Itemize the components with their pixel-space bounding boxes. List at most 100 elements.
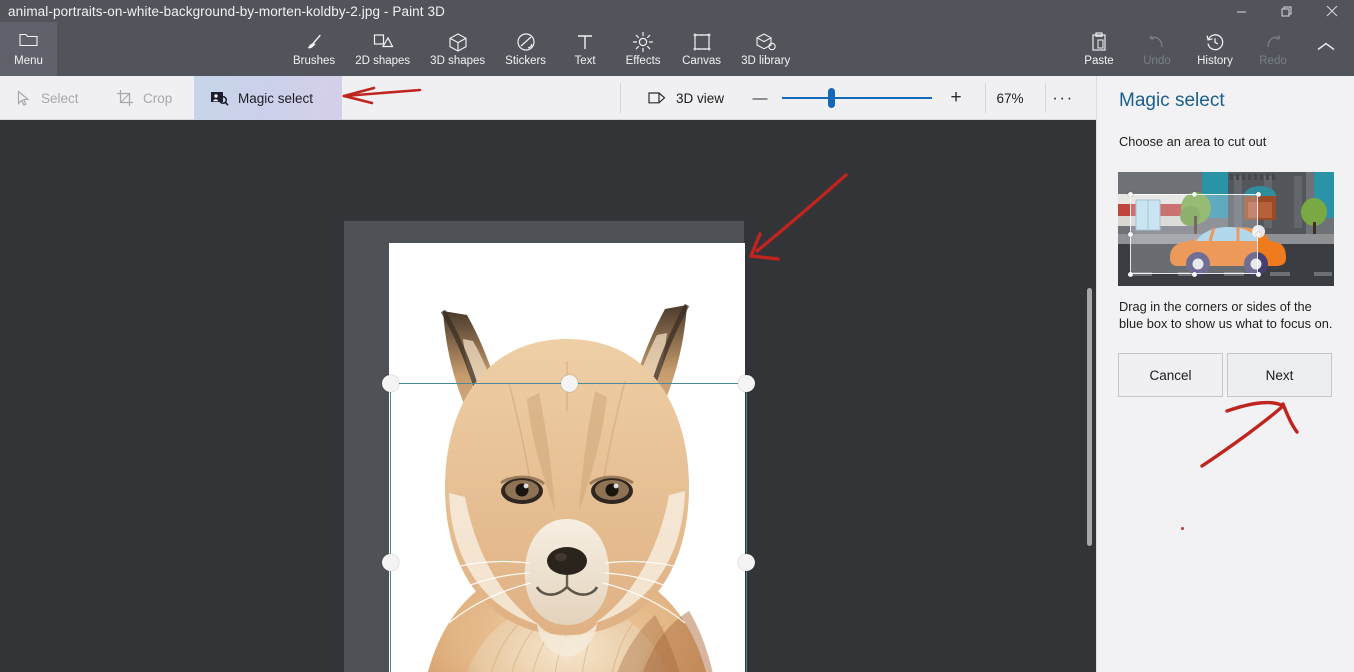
title-bar: animal-portraits-on-white-background-by-… [0, 0, 1354, 22]
ribbon-item-label: Stickers [505, 55, 547, 67]
next-button[interactable]: Next [1227, 353, 1332, 397]
ribbon-item-label: History [1197, 55, 1233, 67]
thumbnail-selection-rect [1130, 194, 1258, 274]
paste-icon [1090, 31, 1108, 53]
select-label: Select [41, 90, 79, 106]
ribbon-item-text[interactable]: Text [556, 22, 614, 76]
3d-library-icon [755, 31, 777, 53]
magic-select-preview-thumbnail[interactable] [1118, 172, 1334, 286]
panel-instruction-text: Drag in the corners or sides of the blue… [1119, 299, 1333, 331]
menu-label: Menu [14, 55, 43, 67]
selection-handle-middle-right[interactable] [738, 554, 755, 571]
fox-portrait-illustration [389, 243, 745, 672]
window-controls [1219, 0, 1354, 22]
annotation-dot [1181, 527, 1184, 530]
3d-shapes-icon [448, 31, 468, 53]
canvas-workspace[interactable] [0, 120, 1096, 672]
paint3d-window: animal-portraits-on-white-background-by-… [0, 0, 1354, 672]
zoom-slider-track [782, 97, 933, 99]
redo-button: Redo [1244, 22, 1302, 76]
2d-shapes-icon [372, 31, 394, 53]
zoom-level-value: 67% [996, 90, 1024, 106]
zoom-slider[interactable] [782, 76, 933, 120]
redo-icon [1263, 31, 1283, 53]
zoom-slider-thumb[interactable] [828, 88, 836, 108]
cancel-button[interactable]: Cancel [1118, 353, 1223, 397]
crop-tool: Crop [100, 76, 188, 120]
ribbon-item-label: Brushes [293, 55, 336, 67]
effects-icon [632, 31, 654, 53]
minimize-button[interactable] [1219, 0, 1264, 22]
artboard[interactable] [344, 221, 745, 672]
thumb-handle-top-center[interactable] [1192, 192, 1197, 197]
zoom-divider-left [985, 83, 986, 113]
canvas-icon [692, 31, 712, 53]
ribbon-item-label: Paste [1084, 55, 1114, 67]
ribbon-item-label: 2D shapes [355, 55, 411, 67]
ribbon-item-label: 3D shapes [430, 55, 486, 67]
ribbon-item-label: Canvas [682, 55, 722, 67]
thumb-handle-bottom-right[interactable] [1256, 272, 1261, 277]
zoom-out-button[interactable]: — [738, 90, 782, 107]
ellipsis-icon: ··· [1052, 88, 1074, 107]
ribbon-toolbar: Menu Brushes 2D shapes 3D shapes Sticker… [0, 22, 1354, 76]
brush-icon [304, 31, 324, 53]
maximize-button[interactable] [1264, 0, 1309, 22]
zoom-controls: 3D view — + 67% ··· [633, 76, 1086, 120]
text-icon [576, 31, 594, 53]
selection-handle-top-left[interactable] [382, 375, 399, 392]
ribbon-item-3d-library[interactable]: 3D library [731, 22, 800, 76]
chevron-up-icon [1316, 40, 1336, 58]
zoom-divider-right [1045, 83, 1046, 113]
ribbon-item-label: Undo [1143, 55, 1171, 67]
ribbon-item-label: Text [574, 55, 596, 67]
ribbon-item-label: Redo [1259, 55, 1287, 67]
undo-icon [1147, 31, 1167, 53]
ribbon-item-brushes[interactable]: Brushes [283, 22, 345, 76]
canvas-vertical-scrollbar[interactable] [1087, 288, 1092, 546]
panel-title: Magic select [1119, 90, 1225, 111]
selection-handle-middle-left[interactable] [382, 554, 399, 571]
select-tool: Select [0, 76, 95, 120]
thumb-handle-middle-right[interactable] [1256, 232, 1261, 237]
menu-button[interactable]: Menu [0, 22, 57, 76]
3d-view-label: 3D view [676, 90, 725, 106]
more-options-button[interactable]: ··· [1040, 88, 1086, 108]
ribbon-right-group: Paste Undo History Redo [1070, 22, 1302, 76]
folder-icon [19, 31, 38, 52]
zoom-in-button[interactable]: + [932, 87, 980, 109]
window-title: animal-portraits-on-white-background-by-… [8, 3, 445, 19]
ribbon-item-3d-shapes[interactable]: 3D shapes [420, 22, 495, 76]
history-button[interactable]: History [1186, 22, 1244, 76]
thumb-handle-bottom-center[interactable] [1192, 272, 1197, 277]
ribbon-item-canvas[interactable]: Canvas [672, 22, 731, 76]
3d-view-button[interactable]: 3D view [633, 76, 738, 120]
ribbon-item-effects[interactable]: Effects [614, 22, 672, 76]
3d-view-icon [647, 90, 667, 106]
undo-button: Undo [1128, 22, 1186, 76]
ribbon-item-label: Effects [625, 55, 661, 67]
ribbon-tool-group: Brushes 2D shapes 3D shapes Stickers Tex… [283, 22, 800, 76]
thumb-handle-middle-left[interactable] [1128, 232, 1133, 237]
crop-label: Crop [143, 90, 173, 106]
thumb-handle-top-right[interactable] [1256, 192, 1261, 197]
selection-handle-top-center[interactable] [561, 375, 578, 392]
collapse-ribbon-button[interactable] [1306, 22, 1346, 76]
close-button[interactable] [1309, 0, 1354, 22]
history-icon [1205, 31, 1225, 53]
thumb-handle-top-left[interactable] [1128, 192, 1133, 197]
panel-subtitle: Choose an area to cut out [1119, 134, 1267, 149]
fox-image[interactable] [389, 243, 745, 672]
paste-button[interactable]: Paste [1070, 22, 1128, 76]
ribbon-item-2d-shapes[interactable]: 2D shapes [345, 22, 420, 76]
cursor-icon [16, 89, 32, 107]
thumb-handle-bottom-left[interactable] [1128, 272, 1133, 277]
magic-select-panel: Magic select Choose an area to cut out D… [1096, 76, 1354, 672]
ribbon-item-label: 3D library [741, 55, 791, 67]
magic-select-tool[interactable]: Magic select [194, 76, 342, 120]
selection-handle-top-right[interactable] [738, 375, 755, 392]
stickers-icon [516, 31, 536, 53]
toolbar-divider [620, 83, 621, 113]
ribbon-item-stickers[interactable]: Stickers [495, 22, 556, 76]
crop-icon [116, 89, 134, 107]
